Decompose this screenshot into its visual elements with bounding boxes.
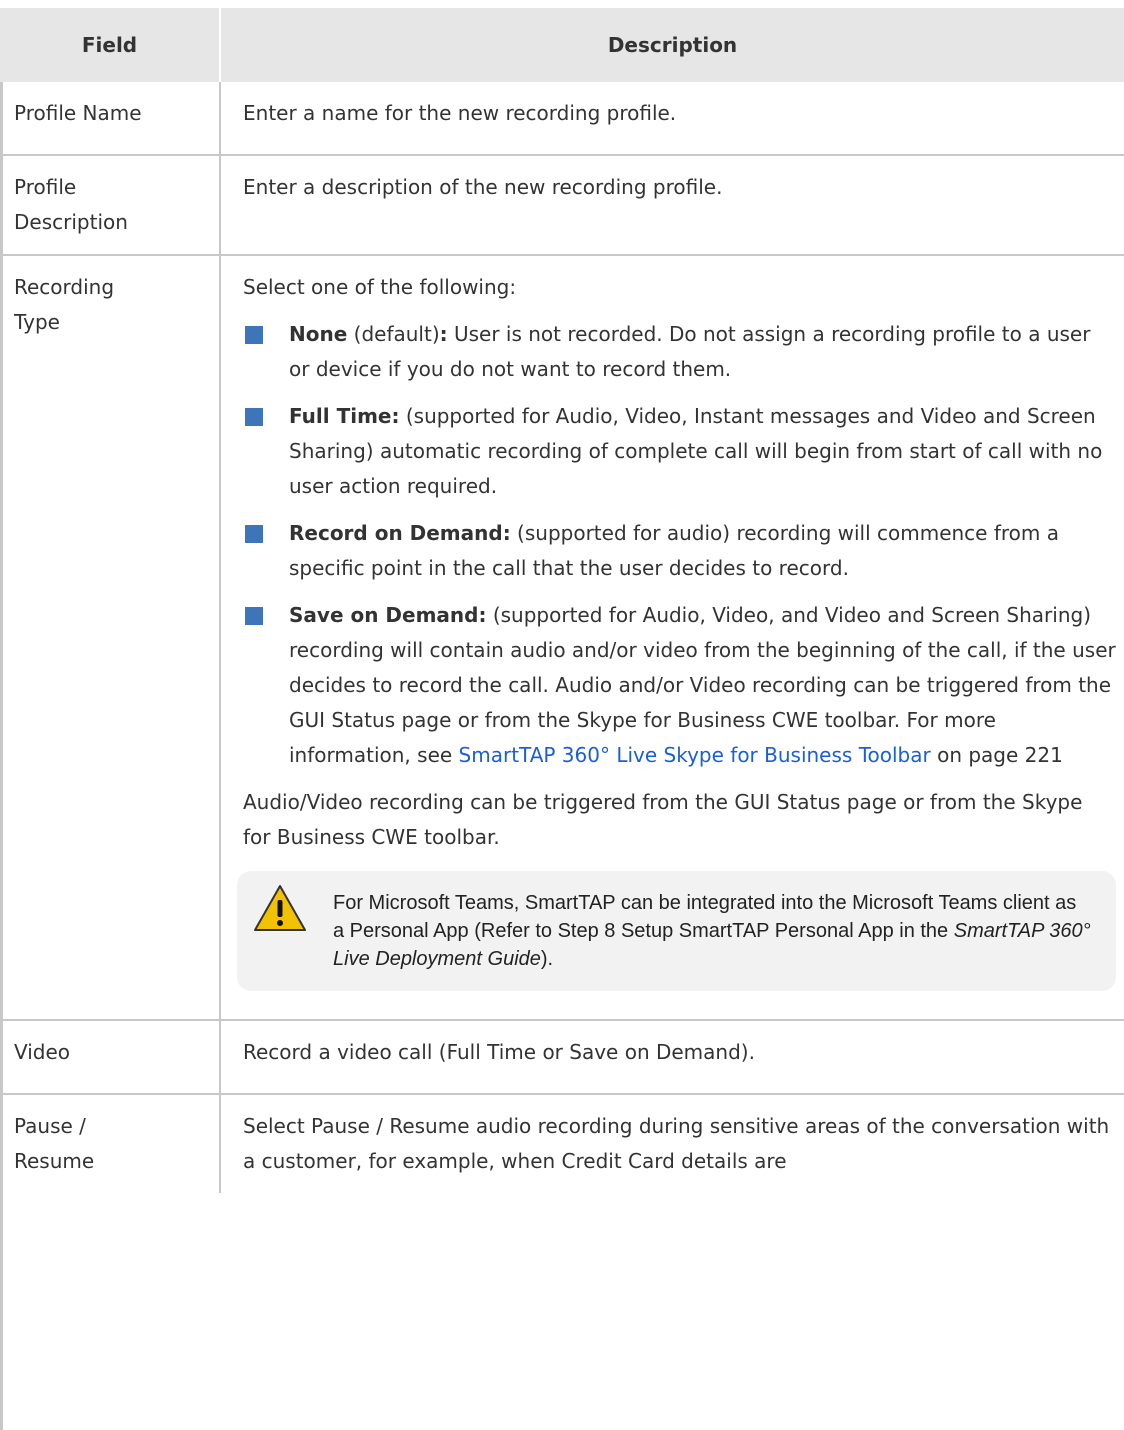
list-item: Record on Demand: (supported for audio) … — [243, 516, 1116, 586]
bullet-square-icon — [245, 607, 263, 625]
field-cell: Video — [0, 1020, 221, 1095]
table-row: Pause / Resume Select Pause / Resume aud… — [0, 1094, 1124, 1193]
list-item: Full Time: (supported for Audio, Video, … — [243, 399, 1116, 504]
toolbar-link[interactable]: SmartTAP 360° Live Skype for Business To… — [459, 743, 931, 767]
table-row: Profile Description Enter a description … — [0, 155, 1124, 256]
field-line: Description — [14, 210, 128, 234]
field-cell: Profile Name — [0, 82, 221, 156]
warning-icon — [254, 885, 306, 931]
option-list: None (default): User is not recorded. Do… — [243, 317, 1116, 773]
bullet-square-icon — [245, 326, 263, 344]
list-item: Save on Demand: (supported for Audio, Vi… — [243, 598, 1116, 773]
table-row: Video Record a video call (Full Time or … — [0, 1020, 1124, 1095]
field-line: Resume — [14, 1149, 95, 1173]
table-row: Recording Type Select one of the followi… — [0, 255, 1124, 1021]
header-description: Description — [220, 8, 1124, 82]
description-cell: Select one of the following: None (defau… — [220, 255, 1124, 1021]
warning-note: For Microsoft Teams, SmartTAP can be int… — [237, 871, 1116, 991]
bullet-square-icon — [245, 408, 263, 426]
option-name: None — [289, 322, 348, 346]
option-name: Save on Demand: — [289, 603, 487, 627]
field-line: Pause / — [14, 1114, 86, 1138]
bullet-square-icon — [245, 525, 263, 543]
description-cell: Enter a description of the new recording… — [220, 155, 1124, 256]
note-text-end: ). — [540, 948, 554, 970]
option-name: Full Time: — [289, 404, 400, 428]
option-suffix: (default) — [347, 322, 440, 346]
table-header-row: Field Description — [0, 8, 1124, 82]
field-line: Profile — [14, 175, 77, 199]
field-description-table: Field Description Profile Name Enter a n… — [0, 8, 1124, 1193]
description-cell: Select Pause / Resume audio recording du… — [243, 1114, 1110, 1173]
list-item: None (default): User is not recorded. Do… — [243, 317, 1116, 387]
page-reference: on page 221 — [930, 743, 1063, 767]
field-line: Recording — [14, 275, 115, 299]
intro-text: Select one of the following: — [243, 275, 517, 299]
field-cell: Profile Description — [0, 155, 221, 256]
option-text: (supported for Audio, Video, Instant mes… — [289, 404, 1103, 498]
description-cell: Enter a name for the new recording profi… — [220, 82, 1124, 156]
field-line: Type — [14, 310, 60, 334]
table-row: Profile Name Enter a name for the new re… — [0, 82, 1124, 156]
field-cell: Pause / Resume — [0, 1094, 221, 1193]
field-cell: Recording Type — [0, 255, 221, 1021]
description-cell: Record a video call (Full Time or Save o… — [220, 1020, 1124, 1095]
option-name: Record on Demand: — [289, 521, 511, 545]
option-colon: : — [439, 322, 448, 346]
after-text: Audio/Video recording can be triggered f… — [243, 790, 1083, 849]
header-field: Field — [0, 8, 221, 82]
